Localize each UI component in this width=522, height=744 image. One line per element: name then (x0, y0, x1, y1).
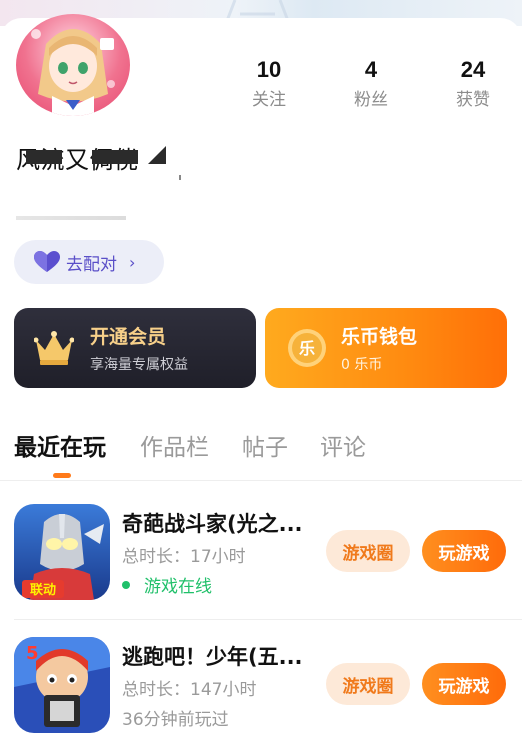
likes-count: 24 (460, 57, 486, 82)
match-button[interactable]: 去配对 › (14, 240, 164, 284)
active-tab-indicator (53, 473, 71, 478)
redaction-mark (148, 146, 166, 164)
game-circle-button[interactable]: 游戏圈 (326, 530, 410, 572)
game-status: 36分钟前玩过 (122, 710, 229, 730)
game-playtime: 总时长：17小时 (122, 547, 246, 567)
game-row[interactable]: 联动 奇葩战斗家(光之... 总时长：17小时 游戏在线 游戏圈 玩游戏 (0, 504, 522, 614)
redaction-mark (92, 150, 138, 164)
online-dot-icon (122, 581, 130, 589)
game-badge: 联动 (30, 583, 56, 598)
crown-icon (34, 331, 74, 365)
game-icon-escape[interactable]: 5 (14, 637, 110, 733)
play-game-button[interactable]: 玩游戏 (422, 530, 506, 572)
coin-glyph: 乐 (299, 339, 315, 358)
tab-posts[interactable]: 帖子 (242, 428, 288, 462)
tab-works[interactable]: 作品栏 (140, 428, 209, 462)
game-badge: 5 (26, 643, 39, 664)
redaction-mark (16, 216, 126, 220)
followers-label: 粉丝 (354, 90, 388, 110)
row-divider (14, 619, 522, 620)
play-game-button[interactable]: 玩游戏 (422, 663, 506, 705)
coin-icon: 乐 (288, 329, 326, 367)
stat-followers[interactable]: 4 粉丝 (331, 54, 411, 114)
game-icon-ultraman[interactable]: 联动 (14, 504, 110, 600)
stats-bar: 10 关注 4 粉丝 24 获赞 (0, 54, 522, 118)
redaction-mark (179, 175, 181, 180)
tab-bar: 最近在玩 作品栏 帖子 评论 (0, 428, 522, 480)
followers-count: 4 (364, 57, 378, 82)
game-circle-button[interactable]: 游戏圈 (326, 663, 410, 705)
chevron-right-icon: › (129, 252, 136, 272)
vip-subtitle: 享海量专属权益 (90, 357, 188, 373)
stat-following[interactable]: 10 关注 (229, 54, 309, 114)
heart-icon (34, 251, 60, 272)
following-count: 10 (256, 57, 282, 82)
match-label: 去配对 (66, 254, 117, 275)
game-status: 游戏在线 (122, 572, 212, 597)
following-label: 关注 (252, 90, 286, 110)
vip-card[interactable]: 开通会员 享海量专属权益 (14, 308, 256, 388)
redaction-mark (26, 150, 62, 164)
likes-label: 获赞 (456, 90, 490, 110)
game-name: 奇葩战斗家(光之... (122, 512, 303, 536)
wallet-card[interactable]: 乐 乐币钱包 0 乐币 (265, 308, 507, 388)
tab-recently-played[interactable]: 最近在玩 (14, 428, 106, 462)
game-status-text: 游戏在线 (144, 577, 212, 597)
tab-comments[interactable]: 评论 (320, 428, 366, 462)
wallet-balance: 0 乐币 (341, 357, 383, 373)
stat-likes[interactable]: 24 获赞 (433, 54, 513, 114)
vip-title: 开通会员 (90, 326, 167, 348)
game-playtime: 总时长：147小时 (122, 680, 257, 700)
wallet-title: 乐币钱包 (341, 326, 418, 348)
game-name: 逃跑吧！少年(五... (122, 645, 303, 669)
game-row[interactable]: 5 逃跑吧！少年(五... 总时长：147小时 36分钟前玩过 游戏圈 玩游戏 (0, 637, 522, 744)
tab-divider (0, 480, 522, 481)
